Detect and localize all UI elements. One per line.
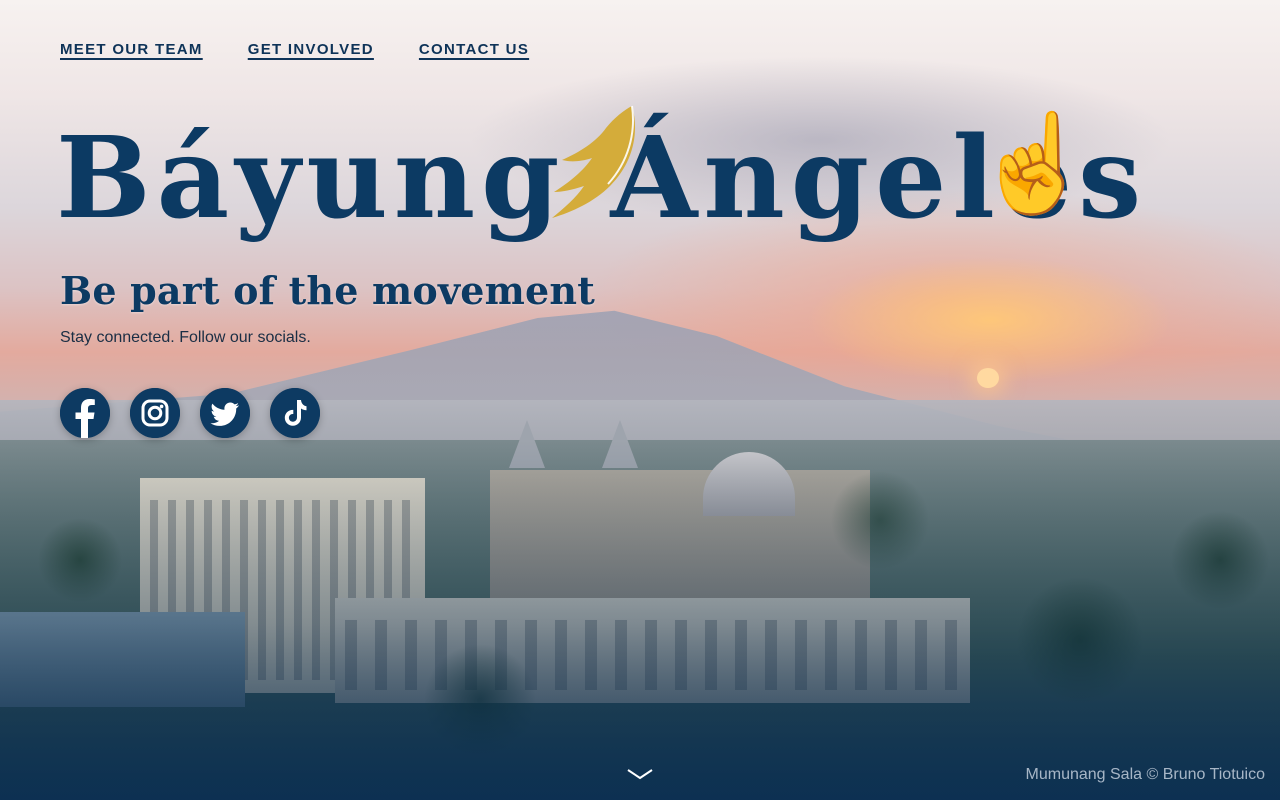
tiktok-link[interactable] (270, 388, 320, 438)
twitter-link[interactable] (200, 388, 250, 438)
facebook-icon (60, 388, 110, 438)
index-pointing-up-emoji: ☝️ (974, 107, 1094, 219)
facebook-link[interactable] (60, 388, 110, 438)
twitter-icon (200, 388, 250, 438)
hero-subtitle: Be part of the movement (60, 268, 596, 313)
photo-credit: Mumunang Sala © Bruno Tiotuico (1025, 766, 1265, 783)
hero-title-block: Báyung Ángeles ☝️ (56, 104, 1141, 254)
top-nav: MEET OUR TEAM GET INVOLVED CONTACT US (60, 41, 529, 58)
nav-link-contact-us[interactable]: CONTACT US (419, 41, 529, 58)
angel-wing-icon (552, 105, 636, 218)
hero-tagline: Stay connected. Follow our socials. (60, 329, 311, 346)
nav-link-meet-our-team[interactable]: MEET OUR TEAM (60, 41, 203, 58)
instagram-link[interactable] (130, 388, 180, 438)
nav-link-get-involved[interactable]: GET INVOLVED (248, 41, 374, 58)
chevron-down-icon[interactable] (625, 764, 655, 784)
instagram-icon (130, 388, 180, 438)
social-links (60, 388, 320, 438)
tiktok-icon (270, 388, 320, 438)
